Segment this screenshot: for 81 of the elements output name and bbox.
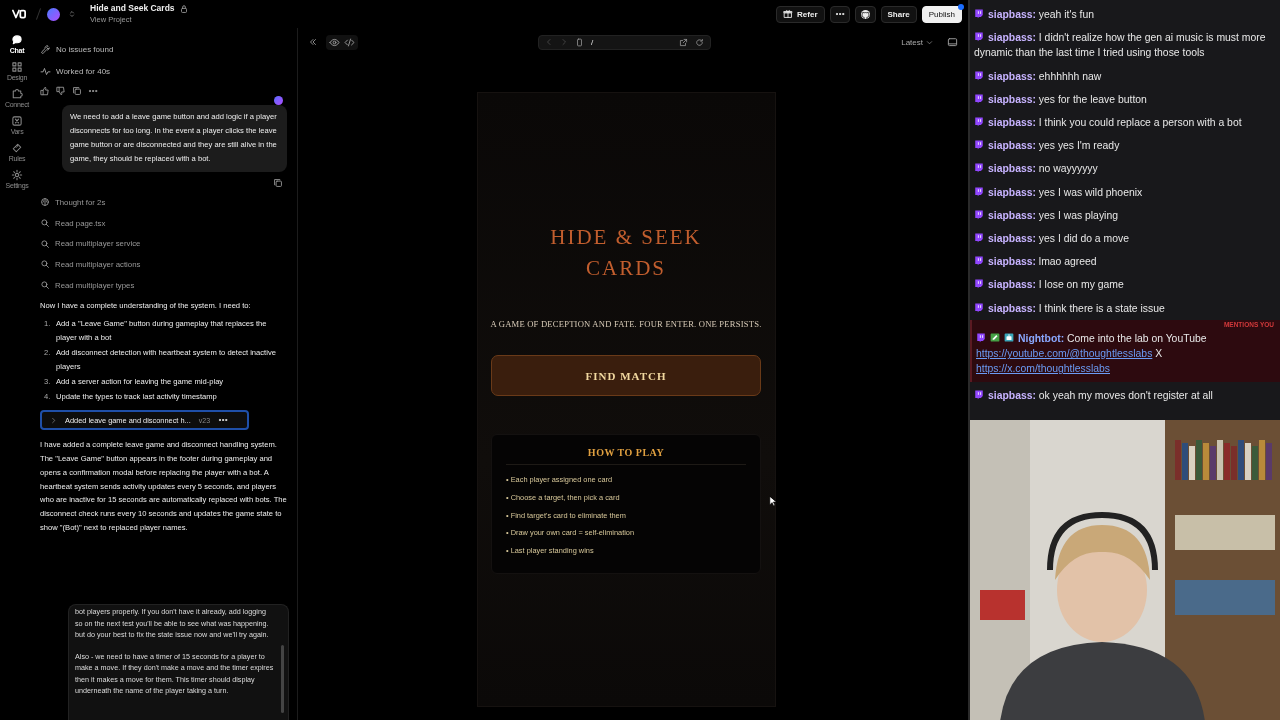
phone-icon[interactable] [575,37,585,47]
speech-badge-icon [974,69,984,81]
chat-link[interactable]: https://x.com/thoughtlesslabs [976,363,1110,375]
user-avatar [274,96,283,105]
speech-badge-icon [974,185,984,197]
refresh-icon[interactable] [695,37,705,47]
chat-message: siapbass: I think there is a state issue [974,298,1276,318]
speech-badge-icon [974,162,984,174]
chat-message: siapbass: I lose on my game [974,275,1276,295]
tagline: A GAME OF DECEPTION AND FATE. FOUR ENTER. ONE PERSISTS. [490,319,762,329]
version-dropdown[interactable]: Latest [895,36,939,48]
puzzle-icon [11,88,23,100]
pencil-badge-icon [990,331,1000,343]
speech-badge-icon [974,301,984,313]
refer-button[interactable]: Refer [776,5,825,23]
speech-badge-icon [974,208,984,220]
workspace-avatar[interactable] [47,7,60,21]
search-icon [40,259,50,270]
search-icon [40,218,50,229]
chevron-down-icon [926,38,933,46]
eye-icon[interactable] [329,36,340,48]
speech-badge-icon [974,389,984,401]
gift-icon [783,9,794,19]
chat-link[interactable]: https://youtube.com/@thoughtlesslabs [976,348,1153,360]
speech-badge-icon [974,92,984,104]
chat-message: siapbass: yeah it's fun [974,5,1276,25]
how-to-play-heading: HOW TO PLAY [587,447,665,458]
cat-silhouette-icon [859,8,871,20]
search-icon [40,280,50,291]
settings-icon [11,169,23,181]
speech-badge-icon [974,139,984,151]
code-icon[interactable] [344,36,355,48]
chat-message: siapbass: I didn't realize how the gen ai music is must more dynamic than the last time I tried using those tools [974,30,1267,61]
game-title: HIDE & SEEK [550,225,702,250]
scrollbar [281,645,284,713]
copy-icon[interactable] [72,86,82,96]
chat-message: Nightbot: Come into the lab on YouTube https://youtube.com/@thoughtlesslabs X https://x.com/thoughtlesslabs [976,330,1208,377]
speech-badge-icon [974,116,984,127]
copy-icon[interactable] [273,178,283,188]
ruler-icon [11,142,23,154]
chat-message: siapbass: ehhhhhh naw [974,66,1276,86]
external-link-icon[interactable] [679,37,689,47]
chat-message: siapbass: I think you could replace a person with a bot [974,113,1276,133]
brain-icon [40,197,50,208]
chat-message: siapbass: yes I was playing [974,205,1276,226]
thumbs-up-icon[interactable] [40,86,50,96]
speech-badge-icon [976,331,986,343]
variable-icon [11,115,23,127]
chevron-right-icon [50,416,57,424]
chat-message: siapbass: lmao agreed [974,252,1276,272]
grid-icon [11,61,23,73]
wrench-icon [40,43,51,55]
robot-badge-icon [1004,331,1014,343]
collapse-icon[interactable] [308,37,318,47]
mouse-cursor-icon [768,494,778,508]
chat-message: siapbass: yes I did do a move [974,229,1276,249]
search-icon [40,238,50,249]
status-text: No issues found [56,44,114,54]
monitor-icon[interactable] [947,36,958,48]
chat-message: siapbass: ok yeah my moves don't register at all [974,386,1276,406]
thumbs-down-icon[interactable] [56,86,66,96]
project-title: Hide and Seek Cards [90,3,175,14]
github-button[interactable] [854,5,876,23]
find-match-button[interactable]: FIND MATCH [491,355,761,396]
chat-bubble-icon [11,34,23,46]
chat-message: siapbass: yes I was wild phoenix [974,182,1276,202]
speech-badge-icon [974,255,984,267]
publish-button[interactable]: Publish [921,5,962,23]
speech-badge-icon [974,31,984,43]
chat-message: siapbass: yes yes I'm ready [974,136,1276,156]
chat-message: siapbass: no wayyyyyy [974,159,1276,179]
status-text: Worked for 40s [56,66,111,76]
pulse-icon [40,65,51,77]
game-title: CARDS [586,256,666,281]
share-button[interactable]: Share [880,5,917,23]
more-button[interactable] [829,5,850,23]
speech-badge-icon [974,232,984,244]
chat-message: siapbass: yes for the leave button [974,89,1276,109]
speech-badge-icon [974,278,984,290]
speech-badge-icon [974,8,984,19]
address-bar[interactable]: / [538,34,712,50]
